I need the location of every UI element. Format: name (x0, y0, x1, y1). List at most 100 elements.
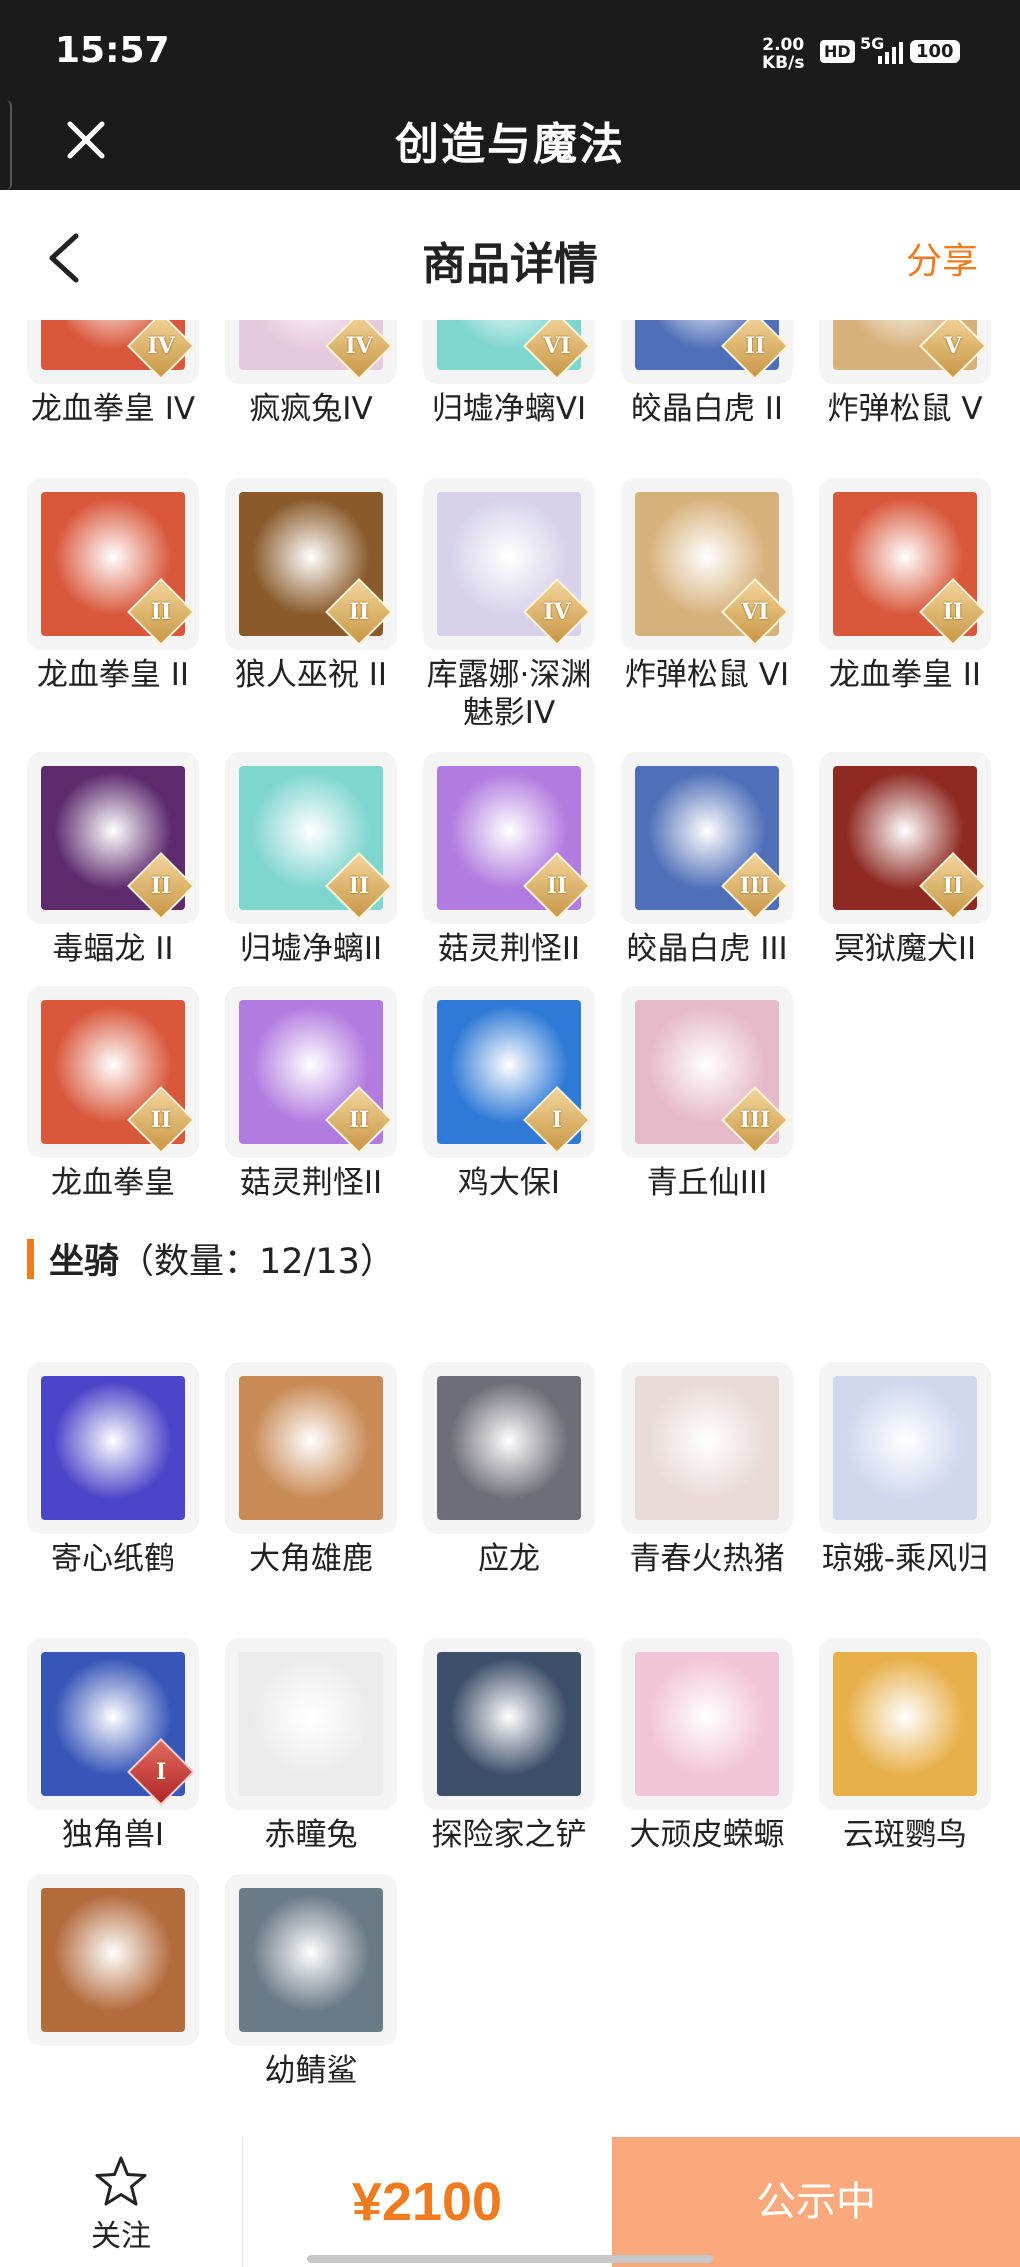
item-name: 龙血拳皇 II (36, 657, 190, 693)
pig-icon (635, 1376, 779, 1520)
item-thumbnail: III (621, 752, 793, 924)
item-thumbnail (621, 1362, 793, 1534)
item-name: 云斑鹦鸟 (843, 1817, 967, 1853)
qiong-e-icon (833, 1376, 977, 1520)
item-thumbnail (423, 1638, 595, 1810)
content-area[interactable]: IV 龙血拳皇 IV IV 疯疯兔IV VI 归墟净螭VI II 皎晶白虎 II V 炸弹松鼠 V… (0, 320, 1020, 2130)
item-card[interactable]: 赤瞳兔 (225, 1638, 397, 1854)
item-card[interactable]: II 菇灵荆怪II (423, 752, 595, 968)
item-card[interactable]: II 毒蝠龙 II (27, 752, 199, 968)
item-name: 疯疯兔IV (249, 391, 373, 427)
bottom-action-bar: 关注 ¥2100 公示中 (0, 2137, 1020, 2267)
item-card[interactable]: II 皎晶白虎 II (621, 320, 793, 428)
page-title: 商品详情 (422, 239, 598, 290)
item-name: 皎晶白虎 III (626, 931, 788, 967)
item-card[interactable]: II 龙血拳皇 II (27, 478, 199, 694)
item-card[interactable]: 探险家之铲 (423, 1638, 595, 1854)
item-thumbnail (225, 1874, 397, 2046)
item-name: 大角雄鹿 (249, 1541, 373, 1577)
item-thumbnail: VI (621, 478, 793, 650)
tier-badge-label: II (150, 1107, 172, 1133)
page-header: 商品详情 分享 (0, 190, 1020, 320)
item-thumbnail: II (819, 752, 991, 924)
status-time: 15:57 (55, 30, 170, 71)
net-speed-unit: KB/s (762, 53, 805, 73)
item-card[interactable]: IV 库露娜·深渊魅影IV (423, 478, 595, 732)
tier-badge-label: II (546, 873, 568, 899)
section-title-text: 坐骑 (49, 1242, 120, 1282)
white-rabbit-icon (239, 1652, 383, 1796)
item-name: 琼娥-乘风归 (821, 1541, 989, 1577)
item-thumbnail (27, 1362, 199, 1534)
item-name: 冥狱魔犬II (833, 931, 977, 967)
item-card[interactable]: II 冥狱魔犬II (819, 752, 991, 968)
item-thumbnail (621, 1638, 793, 1810)
item-name: 寄心纸鹤 (51, 1541, 175, 1577)
net-speed-value: 2.00 (762, 35, 805, 55)
item-thumbnail: II (27, 478, 199, 650)
item-card[interactable]: I 鸡大保I (423, 986, 595, 1202)
item-card[interactable]: 应龙 (423, 1362, 595, 1578)
share-button[interactable]: 分享 (906, 232, 978, 284)
tier-badge-label: II (348, 1107, 370, 1133)
item-card[interactable]: VI 归墟净螭VI (423, 320, 595, 428)
item-thumbnail: III (621, 986, 793, 1158)
item-name: 探险家之铲 (431, 1817, 587, 1853)
item-name: 鸡大保I (457, 1165, 561, 1201)
item-name: 龙血拳皇 (51, 1165, 175, 1201)
item-card[interactable]: I 独角兽I (27, 1638, 199, 1854)
item-card[interactable]: II 菇灵荆怪II (225, 986, 397, 1202)
item-card[interactable]: 青春火热猪 (621, 1362, 793, 1578)
item-thumbnail: II (621, 320, 793, 384)
tier-badge-label: II (348, 873, 370, 899)
item-name: 应龙 (478, 1541, 540, 1577)
axolotl-icon (635, 1652, 779, 1796)
item-card[interactable]: 寄心纸鹤 (27, 1362, 199, 1578)
item-card[interactable]: IV 疯疯兔IV (225, 320, 397, 428)
net-speed: 2.00 KB/s (762, 36, 804, 72)
item-thumbnail (225, 1638, 397, 1810)
item-card[interactable]: II 龙血拳皇 II (819, 478, 991, 694)
section-title: 坐骑（数量：12/13） (49, 1233, 395, 1284)
tier-badge-label: IV (543, 599, 571, 625)
item-name: 归墟净螭VI (431, 391, 587, 427)
item-card[interactable]: II 狼人巫祝 II (225, 478, 397, 694)
item-thumbnail: II (27, 986, 199, 1158)
status-bar: 15:57 2.00 KB/s HD 5G 100 (0, 0, 1020, 100)
item-card[interactable]: III 青丘仙III (621, 986, 793, 1202)
item-card[interactable]: IV 龙血拳皇 IV (27, 320, 199, 428)
item-card[interactable]: 云斑鹦鸟 (819, 1638, 991, 1854)
tier-badge-label: II (744, 333, 766, 359)
section-accent-bar (27, 1239, 34, 1279)
item-thumbnail: II (225, 752, 397, 924)
public-notice-button[interactable]: 公示中 (612, 2137, 1020, 2267)
item-name: 毒蝠龙 II (52, 931, 174, 967)
item-thumbnail (225, 1362, 397, 1534)
item-card[interactable]: 大顽皮蝾螈 (621, 1638, 793, 1854)
follow-button[interactable]: 关注 (0, 2137, 243, 2267)
tier-badge-label: IV (147, 333, 175, 359)
capybara-icon (41, 1888, 185, 2032)
battery-icon: 100 (910, 40, 960, 63)
item-name: 赤瞳兔 (264, 1817, 358, 1853)
item-card[interactable]: II 归墟净螭II (225, 752, 397, 968)
item-thumbnail: II (819, 478, 991, 650)
stag-icon (239, 1376, 383, 1520)
tier-badge-label: II (942, 599, 964, 625)
item-card[interactable] (27, 1874, 199, 2052)
item-thumbnail (27, 1874, 199, 2046)
tier-badge-label: VI (543, 333, 571, 359)
item-name: 青春火热猪 (629, 1541, 785, 1577)
item-card[interactable]: 琼娥-乘风归 (819, 1362, 991, 1578)
item-card[interactable]: III 皎晶白虎 III (621, 752, 793, 968)
shovel-icon (437, 1652, 581, 1796)
item-card[interactable]: II 龙血拳皇 (27, 986, 199, 1202)
item-card[interactable]: 大角雄鹿 (225, 1362, 397, 1578)
item-name: 菇灵荆怪II (437, 931, 581, 967)
tier-badge-label: II (942, 873, 964, 899)
item-card[interactable]: VI 炸弹松鼠 VI (621, 478, 793, 694)
item-card[interactable]: 幼鲭鲨 (225, 1874, 397, 2090)
app-title: 创造与魔法 (395, 119, 625, 170)
item-card[interactable]: V 炸弹松鼠 V (819, 320, 991, 428)
home-indicator[interactable] (307, 2255, 713, 2263)
